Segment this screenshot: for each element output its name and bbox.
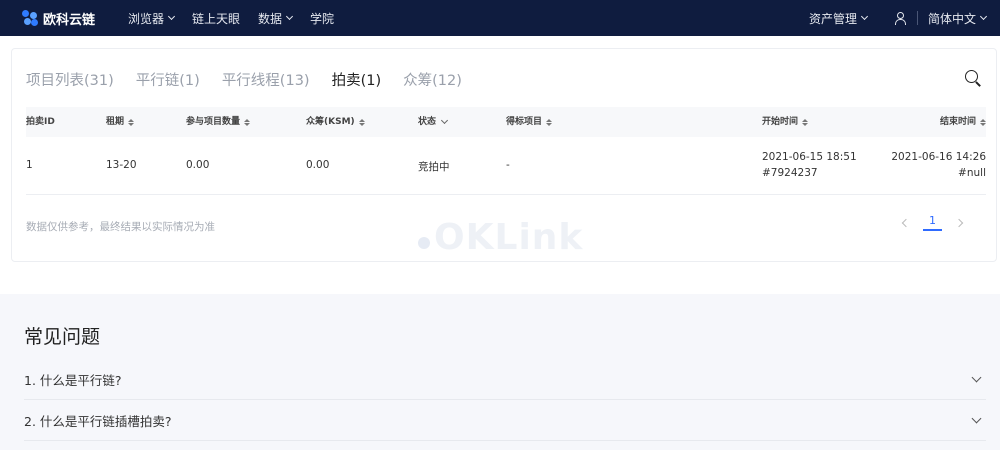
tab-bar: 项目列表(31) 平行链(1) 平行线程(13) 拍卖(1) 众筹(12) (26, 69, 484, 90)
faq-item[interactable]: 1. 什么是平行链? (24, 360, 986, 400)
chevron-down-icon (167, 12, 176, 21)
cell-project-count: 0.00 (186, 159, 210, 171)
header-label: 结束时间 (939, 117, 976, 127)
sort-icon (244, 118, 251, 126)
chevron-down-icon[interactable] (971, 372, 982, 383)
tab-auction[interactable]: 拍卖(1) (332, 69, 382, 90)
asset-label: 资产管理 (808, 11, 857, 26)
nav-item-onchain-eye[interactable]: 链上天眼 (192, 10, 240, 27)
main-nav: 浏览器 链上天眼 数据 学院 (128, 10, 352, 27)
header-label: 拍卖ID (26, 117, 55, 127)
watermark-text: OKLink (434, 217, 584, 258)
header-end-time[interactable]: 结束时间 (940, 107, 986, 137)
sort-icon (128, 118, 135, 126)
chevron-down-icon (286, 12, 294, 21)
faq-section: 常见问题 1. 什么是平行链? 2. 什么是平行链插槽拍卖? (0, 294, 1000, 450)
chevron-down-icon (440, 116, 449, 125)
nav-item-label: 浏览器 (128, 11, 165, 26)
nav-divider (916, 11, 918, 25)
search-icon[interactable] (964, 69, 982, 87)
cell-end-time: 2021-06-16 14:26 (891, 151, 986, 163)
top-navbar: 欧科云链 浏览器 链上天眼 数据 学院 资产管理 简体中文 (0, 0, 1000, 36)
user-icon[interactable] (893, 11, 907, 25)
nav-item-label: 链上天眼 (192, 11, 241, 26)
sort-icon (546, 118, 553, 126)
chevron-down-icon (860, 12, 869, 21)
brand-logo[interactable]: 欧科云链 (22, 9, 122, 28)
language-selector[interactable]: 简体中文 (927, 10, 988, 27)
table-row: OKLink 1 13-20 0.00 0.00 竞拍中 - 2021-06-1… (26, 137, 986, 258)
nav-item-academy[interactable]: 学院 (310, 10, 334, 27)
brand-name: 欧科云链 (43, 12, 96, 28)
cell-start-block[interactable]: #7924237 (762, 167, 818, 179)
cell-auction-id: 1 (26, 159, 33, 171)
header-project-count[interactable]: 参与项目数量 (186, 107, 251, 137)
header-label: 租期 (106, 117, 125, 127)
faq-item[interactable]: 2. 什么是平行链插槽拍卖? (24, 401, 986, 441)
nav-item-browser[interactable]: 浏览器 (128, 10, 176, 27)
header-label: 状态 (418, 117, 437, 127)
watermark: OKLink (418, 217, 583, 258)
page-number-current[interactable]: 1 (923, 214, 942, 231)
header-label: 众筹(KSM) (306, 117, 355, 127)
cell-lease: 13-20 (106, 159, 137, 171)
cell-start-time: 2021-06-15 18:51 (762, 151, 857, 163)
nav-item-label: 学院 (310, 11, 335, 26)
sort-icon (358, 118, 365, 126)
header-winner[interactable]: 得标项目 (506, 107, 553, 137)
cell-crowdloan: 0.00 (306, 159, 330, 171)
faq-title: 常见问题 (24, 326, 101, 348)
header-label: 参与项目数量 (186, 117, 241, 127)
header-auction-id: 拍卖ID (26, 107, 55, 137)
watermark-logo-icon (418, 237, 430, 249)
language-label: 简体中文 (927, 11, 976, 26)
nav-item-data[interactable]: 数据 (258, 10, 294, 27)
nav-right: 资产管理 简体中文 (809, 0, 1000, 36)
table-header: 拍卖ID 租期 参与项目数量 众筹(KSM) 状态 得标项目 开始时间 结束时间 (26, 107, 986, 137)
tab-parathread[interactable]: 平行线程(13) (222, 69, 310, 90)
sort-icon (980, 118, 986, 126)
chevron-left-icon[interactable] (901, 218, 911, 227)
chevron-right-icon[interactable] (954, 218, 964, 227)
pagination: 1 (889, 214, 976, 231)
header-status[interactable]: 状态 (418, 107, 449, 137)
cell-status: 竞拍中 (418, 161, 450, 173)
tab-project-list[interactable]: 项目列表(31) (26, 69, 114, 90)
header-crowdloan[interactable]: 众筹(KSM) (306, 107, 365, 137)
faq-question: 1. 什么是平行链? (24, 373, 122, 388)
tab-crowdloan[interactable]: 众筹(12) (403, 69, 462, 90)
disclaimer-text: 数据仅供参考，最终结果以实际情况为准 (26, 221, 215, 233)
chevron-down-icon (979, 12, 988, 21)
nav-item-label: 数据 (258, 11, 283, 26)
header-label: 得标项目 (506, 117, 543, 127)
logo-icon (22, 10, 38, 26)
header-label: 开始时间 (762, 117, 799, 127)
sort-icon (802, 118, 809, 126)
cell-winner: - (506, 159, 510, 171)
cell-end-block: #null (958, 167, 986, 179)
auction-card: 项目列表(31) 平行链(1) 平行线程(13) 拍卖(1) 众筹(12) 拍卖… (11, 48, 997, 262)
faq-question: 2. 什么是平行链插槽拍卖? (24, 414, 172, 429)
header-start-time[interactable]: 开始时间 (762, 107, 809, 137)
tab-parachain[interactable]: 平行链(1) (136, 69, 200, 90)
asset-management-menu[interactable]: 资产管理 (808, 10, 869, 27)
chevron-down-icon[interactable] (971, 413, 982, 424)
header-lease[interactable]: 租期 (106, 107, 135, 137)
